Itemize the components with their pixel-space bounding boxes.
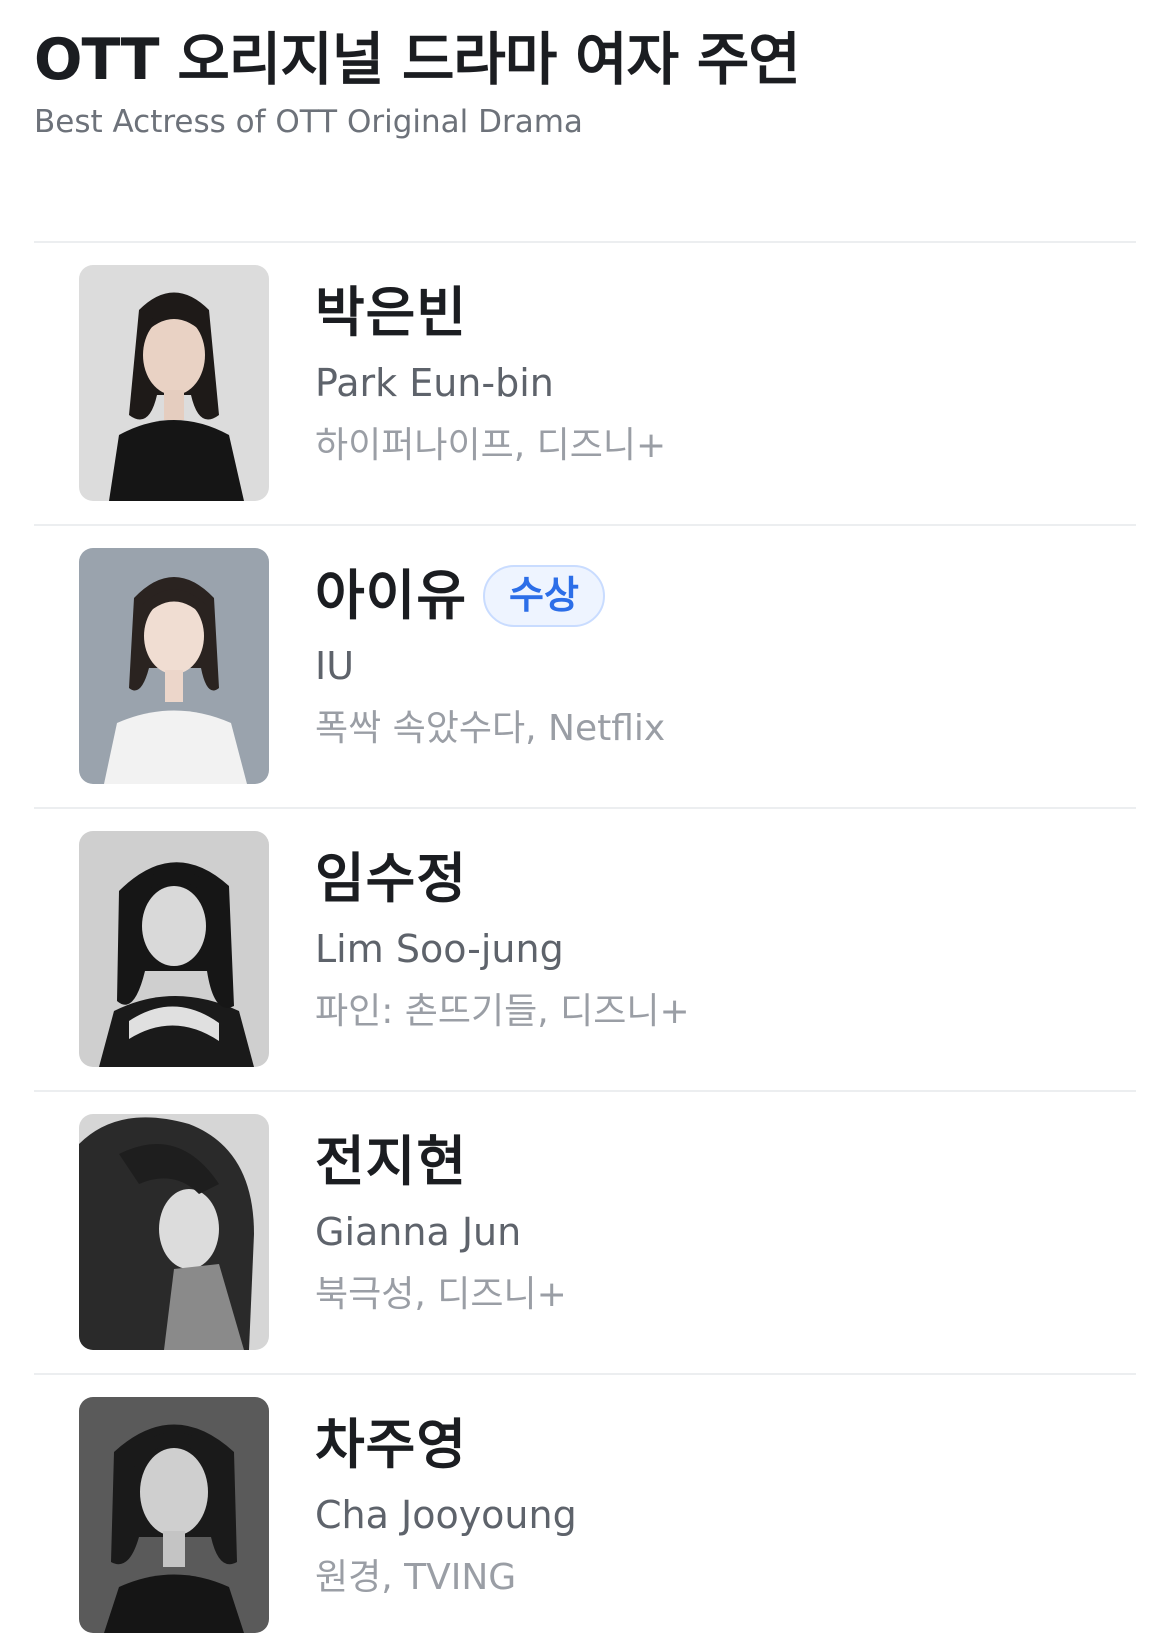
nominee-photo <box>79 830 269 1067</box>
nominee-name-ko: 임수정 <box>315 846 468 910</box>
nominee-work: 원경, TVING <box>315 1557 517 1599</box>
name-line: 임수정 <box>315 845 1136 913</box>
nominee-name-ko: 전지현 <box>315 1129 468 1193</box>
page: OTT 오리지널 드라마 여자 주연 Best Actress of OTT O… <box>0 0 1170 1651</box>
nominee-row[interactable]: 차주영 Cha Jooyoung 원경, TVING <box>34 1375 1136 1651</box>
nominee-photo <box>79 547 269 784</box>
nominee-photo <box>79 264 269 501</box>
nominee-row[interactable]: 임수정 Lim Soo-jung 파인: 촌뜨기들, 디즈니+ <box>34 809 1136 1092</box>
nominee-name-en: Gianna Jun <box>315 1209 522 1254</box>
name-line: 전지현 <box>315 1128 1136 1196</box>
nominee-info: 차주영 Cha Jooyoung 원경, TVING <box>315 1411 1136 1600</box>
nominee-work: 하이퍼나이프, 디즈니+ <box>315 425 667 467</box>
nominee-info: 전지현 Gianna Jun 북극성, 디즈니+ <box>315 1128 1136 1317</box>
nominee-info: 임수정 Lim Soo-jung 파인: 촌뜨기들, 디즈니+ <box>315 845 1136 1034</box>
nominee-name-en: Cha Jooyoung <box>315 1492 577 1537</box>
nominee-name-ko: 박은빈 <box>315 280 468 344</box>
nominee-photo <box>79 1113 269 1350</box>
nominee-name-ko: 차주영 <box>315 1412 468 1476</box>
header: OTT 오리지널 드라마 여자 주연 Best Actress of OTT O… <box>34 0 1136 141</box>
nominee-row[interactable]: 아이유 수상 IU 폭싹 속았수다, Netflix <box>34 526 1136 809</box>
nominee-info: 박은빈 Park Eun-bin 하이퍼나이프, 디즈니+ <box>315 279 1136 468</box>
nominee-info: 아이유 수상 IU 폭싹 속았수다, Netflix <box>315 562 1136 751</box>
nominee-work: 폭싹 속았수다, Netflix <box>315 708 666 750</box>
name-line: 아이유 수상 <box>315 562 1136 630</box>
winner-badge: 수상 <box>483 564 605 627</box>
nominee-work: 북극성, 디즈니+ <box>315 1274 567 1316</box>
nominee-name-en: Park Eun-bin <box>315 360 554 405</box>
nominee-name-en: Lim Soo-jung <box>315 926 564 971</box>
nominee-list: 박은빈 Park Eun-bin 하이퍼나이프, 디즈니+ 아이유 수상 IU … <box>34 240 1136 1651</box>
nominee-row[interactable]: 전지현 Gianna Jun 북극성, 디즈니+ <box>34 1092 1136 1375</box>
nominee-photo <box>79 1396 269 1633</box>
name-line: 박은빈 <box>315 279 1136 347</box>
nominee-work: 파인: 촌뜨기들, 디즈니+ <box>315 991 690 1033</box>
nominee-name-ko: 아이유 <box>315 563 468 627</box>
nominee-row[interactable]: 박은빈 Park Eun-bin 하이퍼나이프, 디즈니+ <box>34 243 1136 526</box>
name-line: 차주영 <box>315 1411 1136 1479</box>
page-title: OTT 오리지널 드라마 여자 주연 <box>34 27 801 93</box>
page-subtitle: Best Actress of OTT Original Drama <box>34 103 583 140</box>
nominee-name-en: IU <box>315 643 355 688</box>
